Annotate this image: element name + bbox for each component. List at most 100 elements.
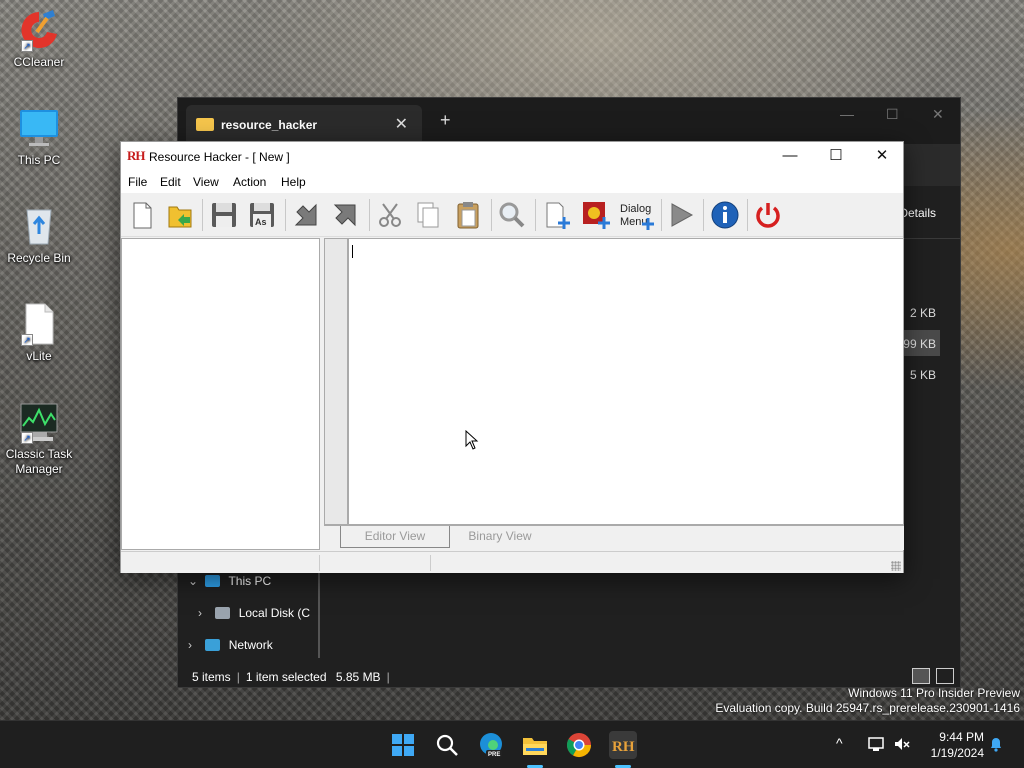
shortcut-arrow-icon: ↗ — [21, 334, 33, 346]
about-button[interactable] — [708, 198, 742, 232]
open-folder-icon — [168, 206, 192, 228]
find-button[interactable] — [495, 198, 529, 232]
new-tab-button[interactable]: + — [440, 110, 451, 131]
script-editor[interactable] — [348, 238, 904, 525]
resource-tree-pane[interactable] — [121, 238, 320, 550]
edge-button[interactable]: PRE — [477, 731, 505, 759]
save-as-button[interactable]: As — [245, 198, 279, 232]
system-clock[interactable]: 9:44 PM 1/19/2024 — [920, 729, 984, 761]
details-button[interactable]: Details — [899, 206, 936, 220]
menu-bar: File Edit View Action Help — [121, 171, 903, 193]
network-status-icon[interactable] — [867, 735, 885, 753]
nav-item-this-pc[interactable]: ⌄ This PC — [188, 574, 271, 588]
menu-file[interactable]: File — [128, 175, 147, 189]
maximize-button[interactable]: ☐ — [813, 145, 859, 169]
watermark-edition: Windows 11 Pro Insider Preview — [848, 686, 1020, 700]
toolbar-separator — [747, 199, 748, 231]
svg-text:PRE: PRE — [488, 752, 500, 758]
exit-button[interactable] — [751, 198, 785, 232]
explorer-status-bar: 5 items | 1 item selected 5.85 MB | — [192, 670, 390, 684]
resize-grip-icon[interactable] — [891, 561, 901, 571]
save-as-icon: As — [250, 203, 274, 227]
title-bar[interactable]: RH Resource Hacker - [ New ] — ☐ ✕ — [121, 142, 903, 171]
menu-edit[interactable]: Edit — [160, 175, 181, 189]
nav-item-local-disk[interactable]: › Local Disk (C — [198, 606, 310, 620]
tiles-view-icon[interactable] — [936, 668, 954, 684]
resource-hacker-window: RH Resource Hacker - [ New ] — ☐ ✕ File … — [120, 141, 904, 573]
info-icon — [711, 201, 739, 229]
file-size: 2 KB — [909, 306, 936, 320]
cut-button[interactable] — [373, 198, 407, 232]
start-button[interactable] — [389, 731, 417, 759]
notification-bell-icon[interactable] — [988, 736, 1004, 752]
toolbar-separator — [285, 199, 286, 231]
chevron-down-icon[interactable]: ⌄ — [188, 574, 202, 588]
status-divider — [430, 555, 431, 571]
desktop-icon-this-pc[interactable]: This PC — [4, 106, 74, 168]
file-size: 5 KB — [909, 368, 936, 382]
app-logo: RH — [127, 148, 145, 163]
new-file-icon — [133, 202, 152, 229]
tab-editor-view[interactable]: Editor View — [340, 526, 450, 548]
explorer-maximize-button[interactable]: ☐ — [886, 106, 899, 123]
paste-icon — [457, 202, 479, 229]
nav-item-network[interactable]: › Network — [188, 638, 273, 652]
add-image-button[interactable] — [579, 198, 613, 232]
explorer-tab[interactable]: resource_hacker ✕ — [186, 105, 422, 144]
minimize-button[interactable]: — — [767, 145, 813, 169]
dialog-menu-editor-button[interactable]: Dialog Menu — [617, 198, 657, 232]
nav-pane-divider[interactable] — [318, 568, 320, 658]
explorer-minimize-button[interactable]: — — [840, 106, 854, 122]
nav-item-label: This PC — [228, 574, 272, 588]
toolbar: As Dialog Menu — [121, 193, 903, 237]
status-bar — [121, 551, 903, 573]
monitor-icon — [17, 106, 61, 150]
dialog-label: Dialog — [620, 203, 651, 215]
chrome-button[interactable] — [565, 731, 593, 759]
details-view-icon[interactable] — [911, 668, 930, 684]
selection-size: 5.85 MB — [335, 670, 381, 684]
search-icon — [436, 734, 458, 756]
clock-date: 1/19/2024 — [930, 746, 984, 760]
desktop-icon-ccleaner[interactable]: ↗ CCleaner — [4, 8, 74, 70]
save-icon — [212, 203, 236, 227]
menu-help[interactable]: Help — [281, 175, 306, 189]
menu-view[interactable]: View — [193, 175, 219, 189]
add-blank-resource-icon — [546, 202, 570, 229]
menu-label: Menu — [620, 216, 648, 228]
line-number-gutter — [324, 238, 348, 525]
svg-text:As: As — [255, 217, 267, 227]
redo-button[interactable] — [328, 198, 362, 232]
compile-button[interactable] — [664, 198, 698, 232]
chevron-right-icon[interactable]: › — [188, 638, 202, 652]
desktop-icon-classic-task-manager[interactable]: ↗ Classic Task Manager — [4, 400, 74, 477]
add-resource-button[interactable] — [539, 198, 573, 232]
file-explorer-button[interactable] — [521, 731, 549, 759]
play-icon — [671, 203, 694, 227]
open-file-button[interactable] — [164, 198, 198, 232]
show-hidden-icons-chevron-icon[interactable]: ^ — [836, 735, 843, 751]
tab-binary-view[interactable]: Binary View — [450, 526, 550, 548]
add-image-resource-icon — [583, 202, 610, 229]
dialog-menu-icon: Dialog Menu — [620, 203, 654, 230]
desktop-icon-vlite[interactable]: ↗ vLite — [4, 302, 74, 364]
close-tab-icon[interactable]: ✕ — [395, 114, 408, 134]
paste-button[interactable] — [451, 198, 485, 232]
desktop-icon-label: This PC — [17, 153, 61, 167]
save-button[interactable] — [207, 198, 241, 232]
new-file-button[interactable] — [125, 198, 159, 232]
volume-muted-icon[interactable] — [893, 735, 911, 753]
undo-button[interactable] — [289, 198, 323, 232]
desktop-icon-recycle-bin[interactable]: Recycle Bin — [4, 204, 74, 266]
toolbar-separator — [535, 199, 536, 231]
menu-action[interactable]: Action — [233, 175, 266, 189]
toolbar-separator — [703, 199, 704, 231]
copy-button[interactable] — [411, 198, 445, 232]
search-button[interactable] — [433, 731, 461, 759]
close-button[interactable]: ✕ — [859, 145, 905, 169]
chevron-right-icon[interactable]: › — [198, 606, 212, 620]
clock-time: 9:44 PM — [939, 730, 984, 744]
resource-hacker-taskbar-button[interactable]: RH — [609, 731, 637, 759]
chrome-icon — [566, 733, 591, 758]
explorer-close-button[interactable]: ✕ — [932, 106, 944, 123]
